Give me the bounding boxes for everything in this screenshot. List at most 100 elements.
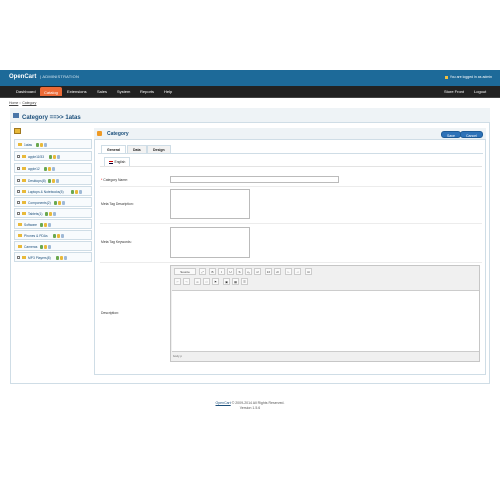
footer-opencart-link[interactable]: OpenCart [216,401,231,405]
add-icon[interactable] [53,233,56,238]
meta-description-textarea[interactable] [170,189,250,219]
copy-icon[interactable] [79,189,82,194]
tree-item-mp3-players[interactable]: MP3 Players(8) [14,252,92,262]
add-icon[interactable] [48,178,51,183]
edit-icon[interactable] [52,178,55,183]
tree-item-label: Components(2) [28,200,51,205]
expand-icon[interactable] [17,212,20,215]
add-icon[interactable] [36,142,39,147]
tree-item-desktops[interactable]: Desktops(8) [14,175,92,185]
expand-icon[interactable] [17,256,20,259]
tree-item-phones[interactable]: Phones & PDAs [14,230,92,240]
tree-item-apple12[interactable]: apple12 [14,163,92,173]
image-icon[interactable]: ▣ [223,278,230,285]
opencart-logo[interactable]: OpenCart | ADMINISTRATION [9,74,79,80]
menu-reports[interactable]: Reports [140,89,154,94]
copy-icon[interactable] [62,200,65,205]
tree-item-laptops[interactable]: Laptops & Notebooks(5) [14,186,92,196]
menu-sales[interactable]: Sales [97,89,107,94]
add-icon[interactable] [56,255,59,260]
tree-item-1atas[interactable]: 1atas [14,139,92,149]
menu-logout[interactable]: Logout [474,89,486,94]
expand-icon[interactable] [17,167,20,170]
breadcrumb-home[interactable]: Home [9,101,18,105]
menu-system[interactable]: System [117,89,130,94]
category-form-header [94,128,486,140]
edit-icon[interactable] [48,166,51,171]
add-icon[interactable] [40,222,43,227]
source-button[interactable]: Source [174,268,196,275]
edit-icon[interactable] [53,154,56,159]
edit-icon[interactable] [57,233,60,238]
strike-button[interactable]: S [236,268,243,275]
editor-content-area[interactable] [172,290,479,352]
subscript-button[interactable]: x₂ [245,268,252,275]
tree-item-software[interactable]: Software [14,219,92,229]
table-icon[interactable]: ▦ [232,278,239,285]
unlink-icon[interactable]: ∅ [203,278,210,285]
menu-help[interactable]: Help [164,89,172,94]
bulleted-list-button[interactable]: •≡ [274,268,281,275]
tree-item-tablets[interactable]: Tablets(1) [14,208,92,218]
add-icon[interactable] [40,244,43,249]
edit-icon[interactable] [44,222,47,227]
tab-design[interactable]: Design [147,145,171,153]
edit-icon[interactable] [75,189,78,194]
add-icon[interactable] [45,211,48,216]
tab-general[interactable]: General [101,145,127,153]
anchor-flag-icon[interactable]: ⚑ [212,278,219,285]
link-icon[interactable]: ∞ [194,278,201,285]
copy-icon[interactable] [57,154,60,159]
cancel-button[interactable]: Cancel [460,131,483,138]
tree-item-apple11f33[interactable]: apple11f33 [14,151,92,161]
copy-icon[interactable] [48,244,51,249]
underline-button[interactable]: U [227,268,234,275]
category-name-input[interactable] [170,176,339,183]
add-icon[interactable] [44,166,47,171]
menu-dashboard[interactable]: Dashboard [16,89,36,94]
maximize-icon[interactable]: ⤢ [199,268,206,275]
copy-icon[interactable] [61,233,64,238]
meta-keywords-textarea[interactable] [170,227,250,258]
copy-icon[interactable] [48,222,51,227]
numbered-list-button[interactable]: 1≡ [265,268,272,275]
outdent-button[interactable]: ⇤ [285,268,292,275]
redo-icon[interactable]: ↷ [183,278,190,285]
menu-extensions[interactable]: Extensions [67,89,87,94]
copy-icon[interactable] [64,255,67,260]
edit-icon[interactable] [60,255,63,260]
superscript-button[interactable]: x² [254,268,261,275]
indent-button[interactable]: ⇥ [294,268,301,275]
expand-icon[interactable] [17,201,20,204]
horizontal-rule-icon[interactable]: ☰ [241,278,248,285]
add-icon[interactable] [54,200,57,205]
undo-icon[interactable]: ↶ [174,278,181,285]
menu-catalog[interactable]: Catalog [40,87,62,96]
edit-icon[interactable] [44,244,47,249]
copy-icon[interactable] [53,211,56,216]
edit-icon[interactable] [58,200,61,205]
tree-item-components[interactable]: Components(2) [14,197,92,207]
expand-icon[interactable] [17,155,20,158]
bold-button[interactable]: B [209,268,216,275]
italic-button[interactable]: I [218,268,225,275]
menu-store-front[interactable]: Store Front [444,89,464,94]
folder-icon [22,201,26,204]
copy-icon[interactable] [56,178,59,183]
copy-icon[interactable] [52,166,55,171]
expand-icon[interactable] [17,190,20,193]
tab-data[interactable]: Data [127,145,147,153]
add-icon[interactable] [71,189,74,194]
breadcrumb-category[interactable]: Category [22,101,36,105]
edit-icon[interactable] [49,211,52,216]
add-icon[interactable] [49,154,52,159]
tree-item-cameras[interactable]: Cameras [14,241,92,251]
edit-icon[interactable] [40,142,43,147]
special-char-button[interactable]: Ω [305,268,312,275]
save-button[interactable]: Save [441,131,461,138]
language-tab-english[interactable]: English [104,157,131,166]
folder-icon [22,155,26,158]
copy-icon[interactable] [44,142,47,147]
expand-icon[interactable] [17,179,20,182]
folder-icon [18,223,22,226]
